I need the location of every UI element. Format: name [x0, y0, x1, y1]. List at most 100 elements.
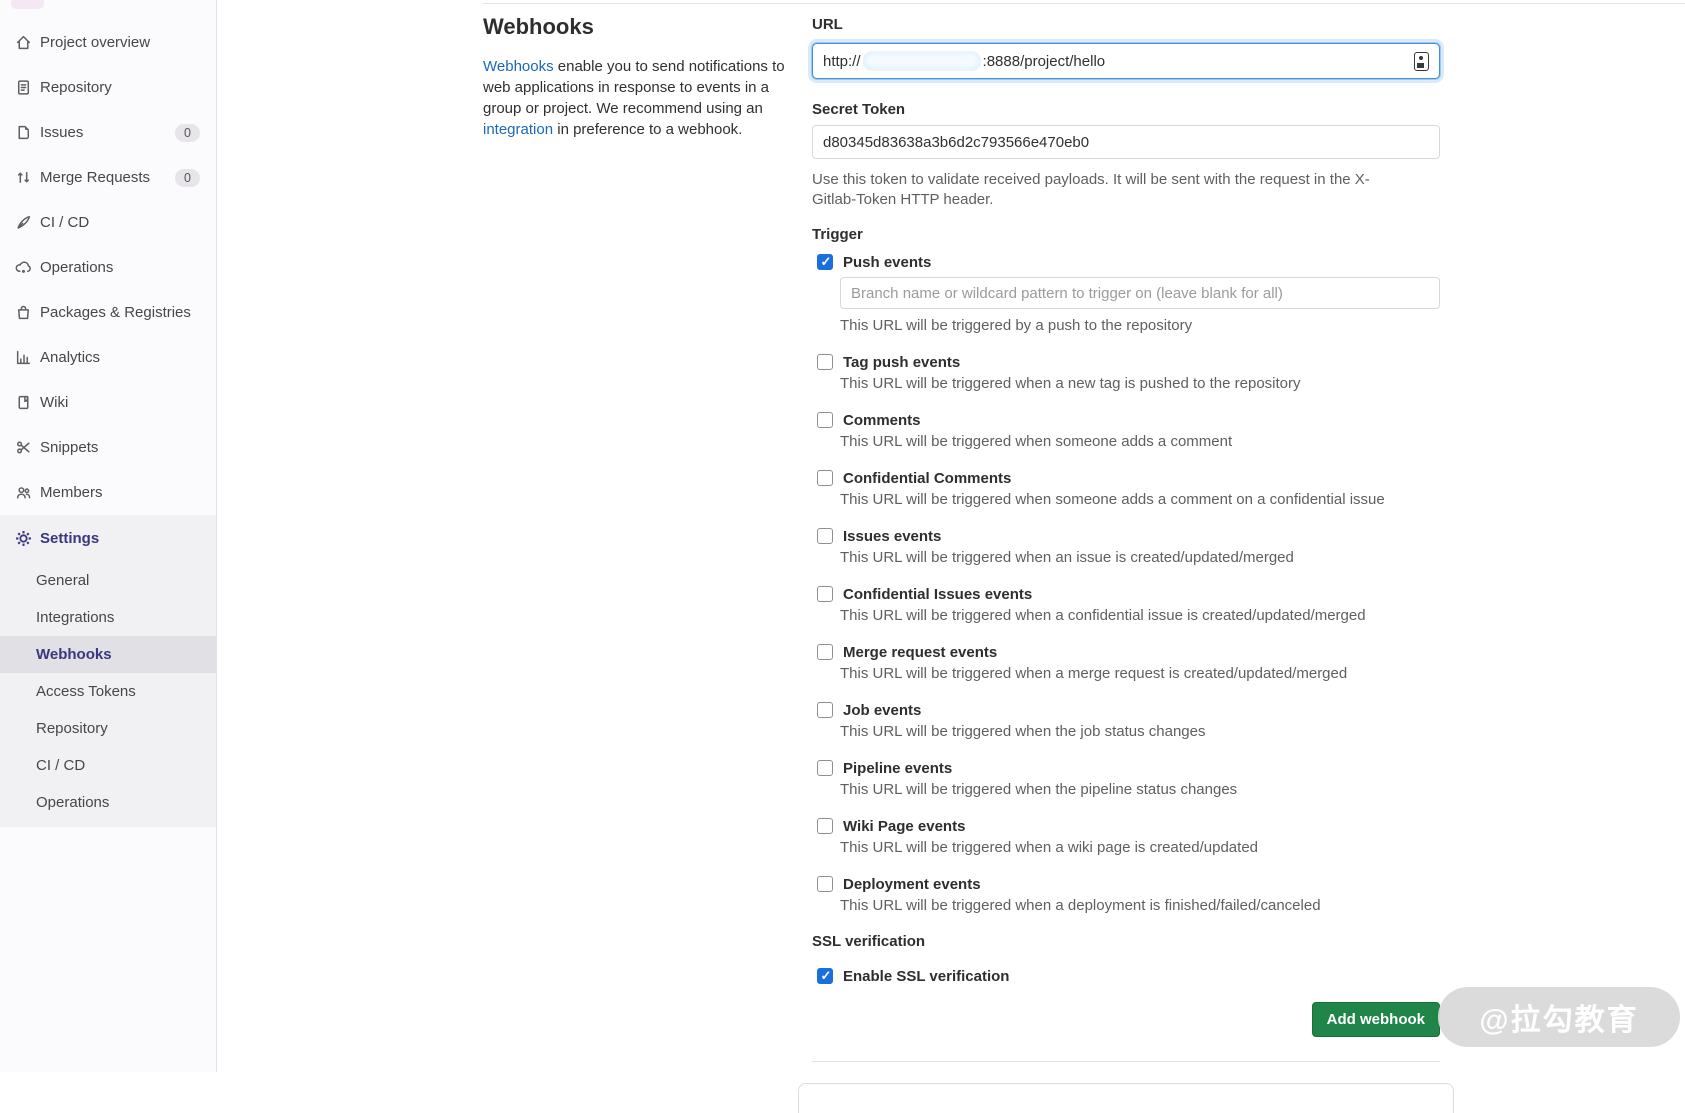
watermark-badge: @拉勾教育: [1438, 987, 1680, 1047]
document-icon: [14, 79, 32, 97]
settings-subitem-general[interactable]: General: [0, 562, 216, 599]
sidebar-item-snippets[interactable]: Snippets: [0, 425, 216, 470]
sidebar-item-label: Analytics: [40, 349, 100, 366]
merge-request-icon: [14, 169, 32, 187]
trigger-row: Confidential Issues events This URL will…: [812, 584, 1440, 626]
trigger-checkbox[interactable]: [817, 254, 833, 270]
trigger-label[interactable]: Tag push events: [843, 354, 960, 371]
home-icon: [14, 34, 32, 52]
trigger-label[interactable]: Merge request events: [843, 644, 997, 661]
trigger-row: Push events This URL will be triggered b…: [812, 252, 1440, 336]
trigger-row: Comments This URL will be triggered when…: [812, 410, 1440, 452]
trigger-help: This URL will be triggered when a confid…: [840, 606, 1440, 626]
count-badge: 0: [175, 124, 200, 142]
sidebar-item-label: Snippets: [40, 439, 98, 456]
secret-token-label: Secret Token: [812, 101, 1440, 121]
rocket-icon: [14, 214, 32, 232]
trigger-checkbox[interactable]: [817, 528, 833, 544]
secret-token-help: Use this token to validate received payl…: [812, 170, 1412, 210]
ssl-label[interactable]: Enable SSL verification: [843, 968, 1009, 985]
url-value-prefix: http://: [823, 53, 861, 70]
issues-icon: [14, 124, 32, 142]
chart-icon: [14, 349, 32, 367]
trigger-help: This URL will be triggered when someone …: [840, 432, 1440, 452]
trigger-label[interactable]: Wiki Page events: [843, 818, 965, 835]
book-icon: [14, 394, 32, 412]
count-badge: 0: [175, 169, 200, 187]
form-actions: Add webhook: [812, 1002, 1440, 1037]
settings-subitem-repository[interactable]: Repository: [0, 710, 216, 747]
trigger-label[interactable]: Push events: [843, 254, 931, 271]
sidebar-item-label: Settings: [40, 530, 99, 547]
settings-subitem-webhooks[interactable]: Webhooks: [0, 636, 216, 673]
gear-icon: [14, 530, 32, 548]
add-webhook-button[interactable]: Add webhook: [1312, 1002, 1440, 1037]
trigger-label[interactable]: Issues events: [843, 528, 941, 545]
trigger-checkbox[interactable]: [817, 702, 833, 718]
package-icon: [14, 304, 32, 322]
trigger-checkbox[interactable]: [817, 586, 833, 602]
sidebar-item-operations[interactable]: Operations: [0, 245, 216, 290]
trigger-label[interactable]: Confidential Comments: [843, 470, 1011, 487]
sidebar-item-label: Issues: [40, 124, 83, 141]
sidebar-item-analytics[interactable]: Analytics: [0, 335, 216, 380]
trigger-label[interactable]: Confidential Issues events: [843, 586, 1032, 603]
trigger-row: Deployment events This URL will be trigg…: [812, 874, 1440, 916]
trigger-help: This URL will be triggered when a wiki p…: [840, 838, 1440, 858]
trigger-checkbox[interactable]: [817, 876, 833, 892]
trigger-label[interactable]: Pipeline events: [843, 760, 952, 777]
sidebar-item-settings[interactable]: Settings: [0, 515, 216, 562]
trigger-row: Issues events This URL will be triggered…: [812, 526, 1440, 568]
sidebar-item-project-overview[interactable]: Project overview: [0, 20, 216, 65]
sidebar-item-packages-registries[interactable]: Packages & Registries: [0, 290, 216, 335]
trigger-label[interactable]: Job events: [843, 702, 921, 719]
trigger-label[interactable]: Comments: [843, 412, 921, 429]
sidebar-item-label: Merge Requests: [40, 169, 150, 186]
trigger-checkbox[interactable]: [817, 354, 833, 370]
page-title: Webhooks: [483, 14, 798, 40]
trigger-row: Confidential Comments This URL will be t…: [812, 468, 1440, 510]
trigger-checkbox[interactable]: [817, 760, 833, 776]
autofill-extension-icon[interactable]: [1414, 52, 1429, 71]
url-value-suffix: :8888/project/hello: [983, 53, 1106, 70]
trigger-section-label: Trigger: [812, 226, 1440, 246]
sidebar-item-wiki[interactable]: Wiki: [0, 380, 216, 425]
trigger-help: This URL will be triggered when a deploy…: [840, 896, 1440, 916]
trigger-row: Pipeline events This URL will be trigger…: [812, 758, 1440, 800]
settings-subitem-ci-cd[interactable]: CI / CD: [0, 747, 216, 784]
trigger-label[interactable]: Deployment events: [843, 876, 981, 893]
trigger-help: This URL will be triggered when someone …: [840, 490, 1440, 510]
settings-subitem-integrations[interactable]: Integrations: [0, 599, 216, 636]
sidebar-item-members[interactable]: Members: [0, 470, 216, 515]
project-avatar[interactable]: [11, 0, 44, 9]
trigger-checkbox[interactable]: [817, 644, 833, 660]
ssl-row: Enable SSL verification: [812, 966, 1440, 986]
trigger-help: This URL will be triggered when the pipe…: [840, 780, 1440, 800]
trigger-row: Wiki Page events This URL will be trigge…: [812, 816, 1440, 858]
webhooks-link[interactable]: Webhooks: [483, 58, 554, 75]
webhooks-intro: Webhooks Webhooks enable you to send not…: [483, 14, 798, 140]
secret-token-input[interactable]: [812, 125, 1440, 159]
trigger-row: Merge request events This URL will be tr…: [812, 642, 1440, 684]
sidebar-item-repository[interactable]: Repository: [0, 65, 216, 110]
sidebar-item-label: Project overview: [40, 34, 150, 51]
trigger-checkbox[interactable]: [817, 412, 833, 428]
sidebar-item-label: CI / CD: [40, 214, 89, 231]
branch-filter-input[interactable]: [840, 277, 1440, 309]
sidebar-item-ci-cd[interactable]: CI / CD: [0, 200, 216, 245]
integration-link[interactable]: integration: [483, 121, 553, 138]
trigger-help: This URL will be triggered by a push to …: [840, 316, 1440, 336]
url-input[interactable]: http:// :8888/project/hello: [812, 43, 1440, 79]
scissors-icon: [14, 439, 32, 457]
sidebar-nav: Project overview Repository Issues 0 Mer…: [0, 20, 216, 827]
section-divider-bottom: [812, 1061, 1440, 1062]
trigger-checkbox[interactable]: [817, 470, 833, 486]
sidebar-item-label: Repository: [40, 79, 112, 96]
trigger-checkbox[interactable]: [817, 818, 833, 834]
ssl-checkbox[interactable]: [817, 968, 833, 984]
settings-subitem-operations[interactable]: Operations: [0, 784, 216, 821]
redacted-host: [863, 51, 981, 71]
settings-subitem-access-tokens[interactable]: Access Tokens: [0, 673, 216, 710]
sidebar-item-merge-requests[interactable]: Merge Requests 0: [0, 155, 216, 200]
sidebar-item-issues[interactable]: Issues 0: [0, 110, 216, 155]
